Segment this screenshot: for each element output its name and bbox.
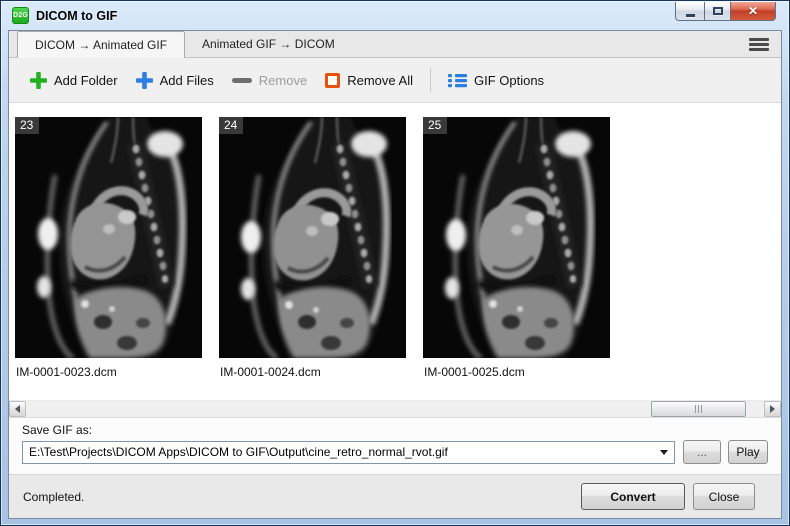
close-window-button[interactable]: ✕: [731, 2, 776, 21]
browse-button[interactable]: ...: [683, 440, 721, 464]
mri-image: [15, 117, 202, 358]
list-item: 24 IM-0001-0024.dcm: [219, 117, 406, 379]
remove-all-label: Remove All: [347, 73, 413, 88]
scrollbar-thumb[interactable]: [651, 401, 746, 417]
plus-icon: [136, 72, 153, 89]
close-icon: ✕: [748, 5, 758, 17]
dicom-thumbnail-image[interactable]: 24: [219, 117, 406, 358]
arrow-left-icon: [15, 405, 20, 413]
add-files-button[interactable]: Add Files: [127, 67, 223, 94]
chevron-down-icon: [660, 450, 668, 455]
save-path-input[interactable]: [23, 442, 654, 463]
app-icon: D2G: [12, 7, 29, 24]
client-area: DICOM → Animated GIF Animated GIF → DICO…: [8, 30, 782, 519]
add-folder-label: Add Folder: [54, 73, 118, 88]
toolbar-separator: [430, 68, 431, 92]
minus-icon: [232, 78, 252, 83]
play-button[interactable]: Play: [728, 440, 768, 464]
remove-button: Remove: [223, 68, 316, 93]
list-icon: [448, 73, 467, 88]
thumbnail-filename: IM-0001-0024.dcm: [219, 365, 406, 379]
close-button[interactable]: Close: [693, 483, 755, 510]
dicom-thumbnail-image[interactable]: 25: [423, 117, 610, 358]
scroll-left-button[interactable]: [9, 401, 26, 417]
tab-dicom-to-gif[interactable]: DICOM → Animated GIF: [17, 31, 185, 58]
arrow-right-icon: [770, 405, 775, 413]
window-controls: ✕: [675, 2, 776, 21]
minimize-icon: [686, 14, 695, 17]
add-files-label: Add Files: [160, 73, 214, 88]
hamburger-menu-button[interactable]: [745, 34, 773, 55]
dicom-thumbnail-image[interactable]: 23: [15, 117, 202, 358]
plus-icon: [30, 72, 47, 89]
thumbnail-filename: IM-0001-0025.dcm: [423, 365, 610, 379]
frame-number-badge: 23: [15, 117, 39, 134]
mri-image: [423, 117, 610, 358]
horizontal-scrollbar[interactable]: [9, 400, 781, 417]
remove-label: Remove: [259, 73, 307, 88]
square-icon: [325, 73, 340, 88]
thumbnail-panel: 23 IM-0001-0023.dcm: [9, 103, 781, 400]
scroll-right-button[interactable]: [764, 401, 781, 417]
app-window: D2G DICOM to GIF ✕ DICOM → Animated GIF …: [0, 0, 790, 526]
toolbar: Add Folder Add Files Remove Remove All: [9, 58, 781, 103]
list-item: 23 IM-0001-0023.dcm: [15, 117, 202, 379]
save-section: Save GIF as: ... Play: [9, 417, 781, 474]
save-path-combobox[interactable]: [22, 441, 675, 464]
titlebar: D2G DICOM to GIF: [1, 1, 789, 30]
minimize-button[interactable]: [675, 2, 704, 21]
save-gif-label: Save GIF as:: [22, 423, 768, 437]
remove-all-button[interactable]: Remove All: [316, 68, 422, 93]
scrollbar-track[interactable]: [26, 401, 764, 417]
frame-number-badge: 25: [423, 117, 447, 134]
combobox-dropdown-button[interactable]: [654, 442, 674, 463]
maximize-button[interactable]: [704, 2, 731, 21]
mri-image: [219, 117, 406, 358]
add-folder-button[interactable]: Add Folder: [21, 67, 127, 94]
list-item: 25 IM-0001-0025.dcm: [423, 117, 610, 379]
hamburger-icon: [749, 38, 769, 41]
frame-number-badge: 24: [219, 117, 243, 134]
maximize-icon: [713, 7, 723, 15]
status-bar: Completed. Convert Close: [9, 474, 781, 518]
status-message: Completed.: [23, 490, 581, 504]
thumbnail-filename: IM-0001-0023.dcm: [15, 365, 202, 379]
tab-bar: DICOM → Animated GIF Animated GIF → DICO…: [9, 31, 781, 58]
gif-options-button[interactable]: GIF Options: [439, 68, 553, 93]
convert-button[interactable]: Convert: [581, 483, 685, 510]
tab-gif-to-dicom[interactable]: Animated GIF → DICOM: [185, 31, 352, 57]
gif-options-label: GIF Options: [474, 73, 544, 88]
window-title: DICOM to GIF: [36, 9, 117, 23]
